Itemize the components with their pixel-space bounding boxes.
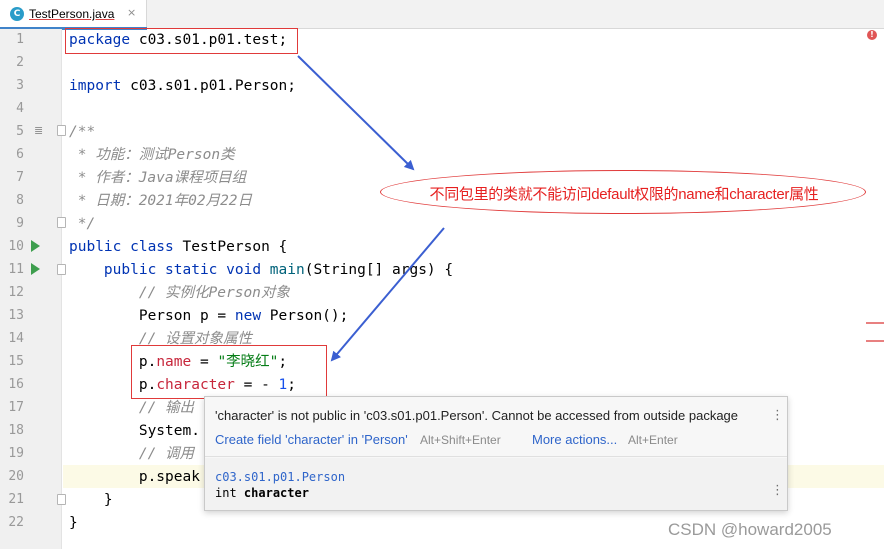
create-field-shortcut: Alt+Shift+Enter xyxy=(420,433,501,447)
arrow-to-fields xyxy=(330,227,445,362)
popup-message-section: 'character' is not public in 'c03.s01.p0… xyxy=(205,397,787,457)
more-options-icon[interactable]: ⋮ xyxy=(771,409,784,422)
annotation-callout: 不同包里的类就不能访问default权限的name和character属性 xyxy=(380,170,866,214)
create-field-action[interactable]: Create field 'character' in 'Person' xyxy=(215,432,408,447)
error-stripe-mark[interactable] xyxy=(866,340,884,342)
popup-documentation-section: c03.s01.p01.Person int character ⋮ xyxy=(205,458,787,510)
watermark: CSDN @howard2005 xyxy=(668,520,832,539)
error-indicator-icon[interactable]: ! xyxy=(867,30,877,40)
arrow-to-callout xyxy=(297,55,415,171)
error-message: 'character' is not public in 'c03.s01.p0… xyxy=(215,408,739,423)
declaring-class-link[interactable]: c03.s01.p01.Person xyxy=(215,470,345,484)
annotation-text: 不同包里的类就不能访问default权限的name和character属性 xyxy=(429,186,819,203)
field-declaration: int character xyxy=(215,486,309,500)
error-tooltip-popup: 'character' is not public in 'c03.s01.p0… xyxy=(204,396,788,511)
error-stripe-mark[interactable] xyxy=(866,322,884,324)
more-actions-link[interactable]: More actions... xyxy=(532,432,617,447)
more-actions-shortcut: Alt+Enter xyxy=(628,433,678,447)
doc-options-icon[interactable]: ⋮ xyxy=(771,484,784,497)
